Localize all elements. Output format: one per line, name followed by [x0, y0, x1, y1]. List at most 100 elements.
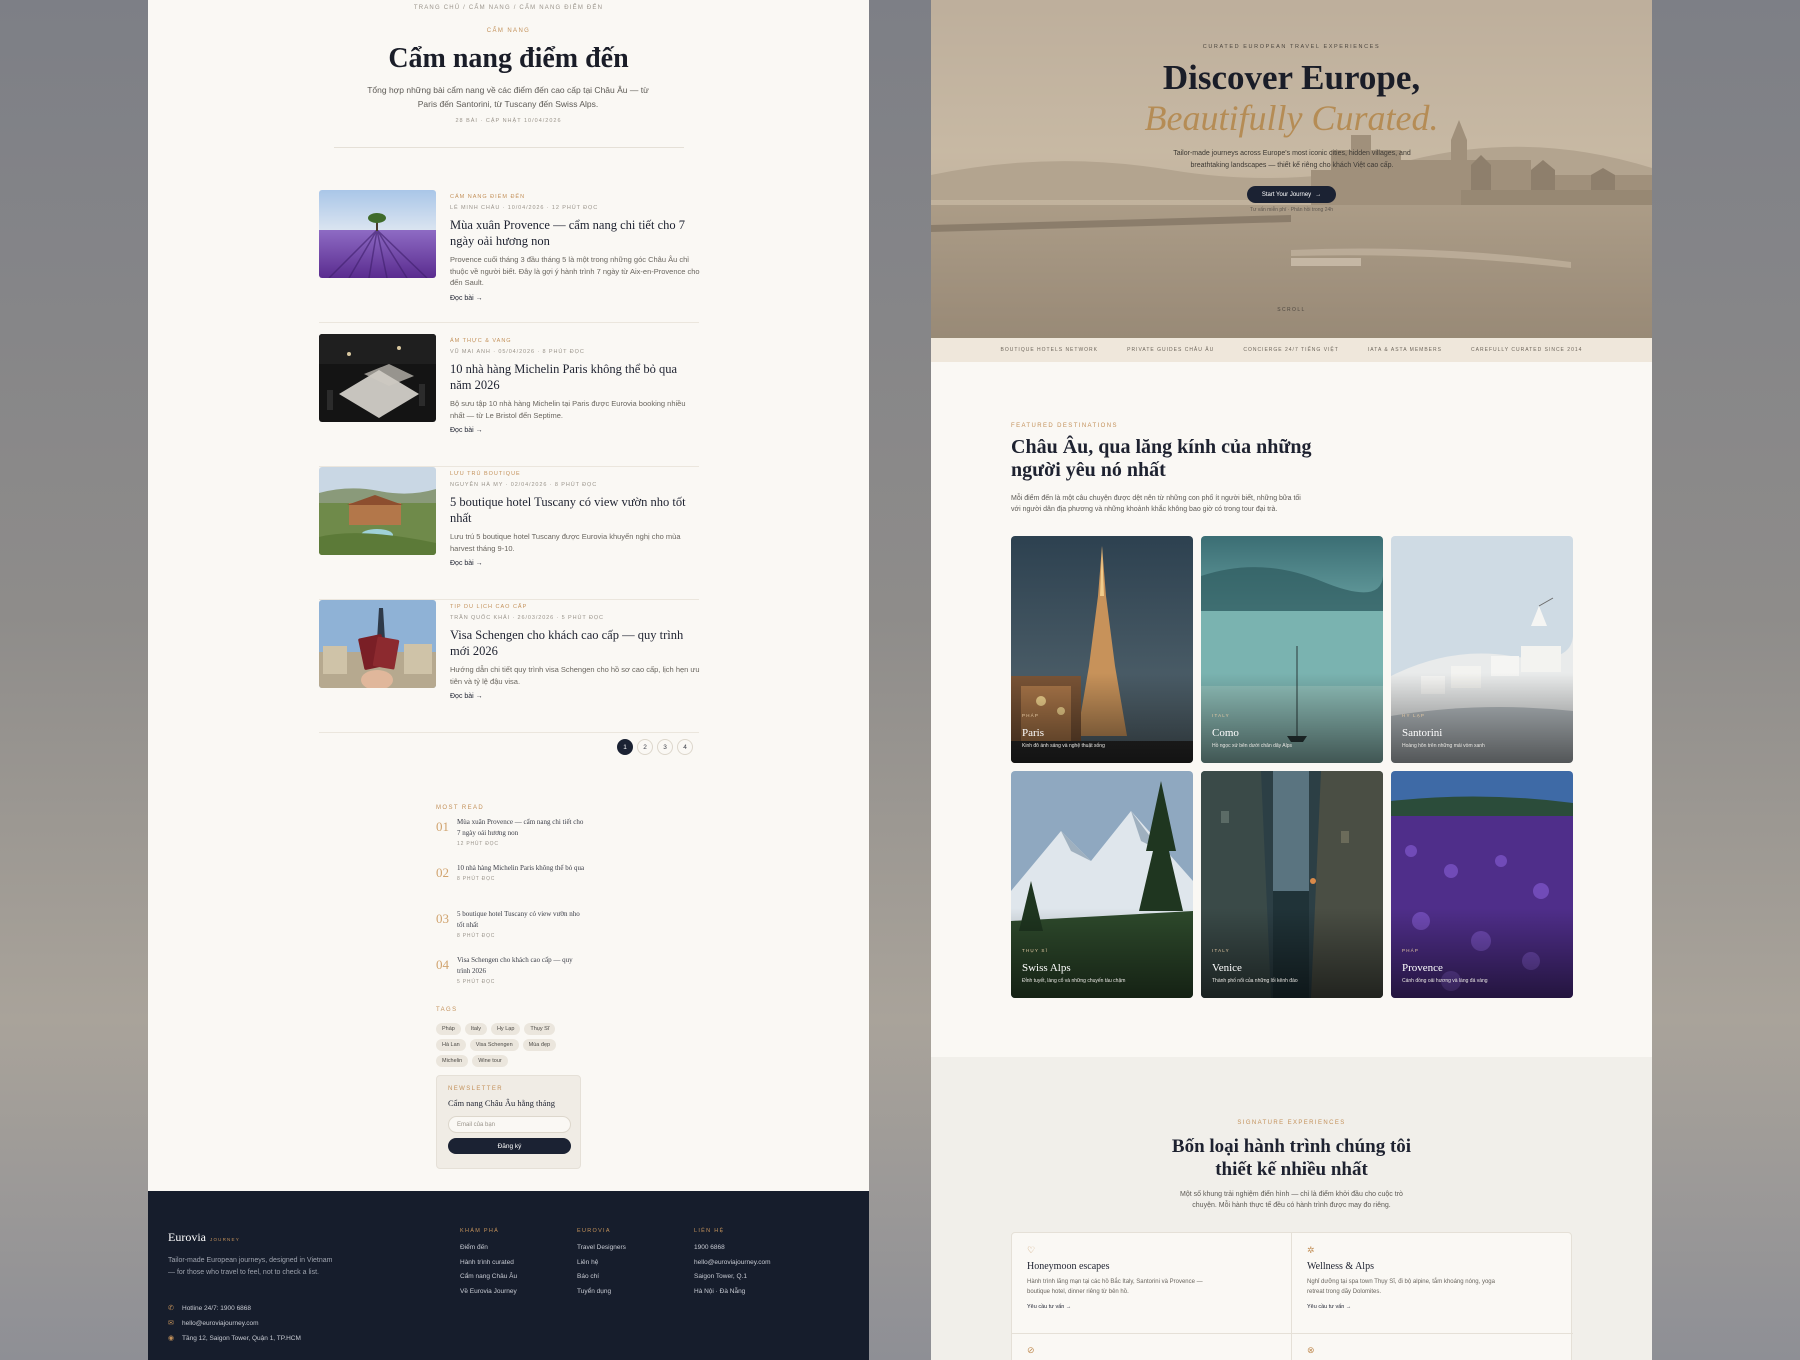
article-meta: TRẦN QUỐC KHẢI · 26/03/2026 · 5 PHÚT ĐỌC — [450, 615, 604, 621]
footer-link[interactable]: 1900 6868 — [694, 1244, 794, 1251]
tag[interactable]: Hy Lạp — [490, 1023, 521, 1035]
footer-link[interactable]: Điểm đến — [460, 1244, 560, 1251]
most-read-title-text[interactable]: Visa Schengen cho khách cao cấp — quy tr… — [457, 956, 573, 975]
breadcrumb[interactable]: TRANG CHỦ / CẨM NANG / CẨM NANG ĐIỂM ĐẾN — [148, 5, 869, 11]
tag[interactable]: Wine tour — [472, 1055, 508, 1067]
footer-email[interactable]: ✉ hello@euroviajourney.com — [168, 1319, 388, 1328]
consult-link[interactable]: Yêu cầu tư vấn → — [1027, 1304, 1276, 1310]
signature-description: Một số khung trải nghiệm điển hình — chỉ… — [1180, 1191, 1403, 1209]
footer-column-title: LIÊN HỆ — [694, 1228, 725, 1234]
footer-link[interactable]: hello@euroviajourney.com — [694, 1259, 794, 1266]
article-category[interactable]: LƯU TRÚ BOUTIQUE — [450, 471, 700, 477]
read-more-link[interactable]: Đọc bài → — [450, 295, 700, 302]
article-thumbnail-restaurant[interactable] — [319, 334, 436, 422]
footer-link[interactable]: Liên hệ — [577, 1259, 677, 1266]
tag[interactable]: Pháp — [436, 1023, 461, 1035]
arrow-right-icon: → — [1315, 191, 1322, 198]
tag[interactable]: Michelin — [436, 1055, 469, 1067]
article-thumbnail-tuscany[interactable] — [319, 467, 436, 555]
most-read-item[interactable]: 04 Visa Schengen cho khách cao cấp — quy… — [436, 955, 586, 995]
page-1-button[interactable]: 1 — [617, 739, 633, 755]
signature-card-culture[interactable]: ⊘ — [1012, 1333, 1292, 1360]
signature-title: Bốn loại hành trình chúng tôi thiết kế n… — [1171, 1136, 1412, 1180]
read-more-link[interactable]: Đọc bài → — [450, 427, 700, 434]
signature-text: Hành trình lãng mạn tại các hồ Bắc Italy… — [1027, 1279, 1203, 1295]
destinations-title: Châu Âu, qua lăng kính của những người y… — [1011, 436, 1312, 481]
article-category[interactable]: TIP DU LỊCH CAO CẤP — [450, 604, 700, 610]
article-card[interactable]: ẨM THỰC & VANG VŨ MAI ANH · 05/04/2026 ·… — [319, 334, 699, 467]
destination-card-provence[interactable]: PHÁP Provence Cánh đồng oải hương và làn… — [1391, 771, 1573, 998]
page-2-button[interactable]: 2 — [637, 739, 653, 755]
page-eyebrow: CẨM NANG — [486, 28, 531, 34]
most-read-title-text[interactable]: 10 nhà hàng Michelin Paris không thể bỏ … — [457, 864, 584, 872]
signature-card-wellness[interactable]: ✲ Wellness & Alps Nghỉ dưỡng tại spa tow… — [1292, 1233, 1572, 1333]
footer-link[interactable]: Về Eurovia Journey — [460, 1288, 560, 1295]
trust-bar: BOUTIQUE HOTELS NETWORK PRIVATE GUIDES C… — [931, 338, 1652, 362]
footer-logo[interactable]: Eurovia JOURNEY — [168, 1230, 240, 1245]
article-title[interactable]: Visa Schengen cho khách cao cấp — quy tr… — [450, 627, 700, 659]
article-title[interactable]: 10 nhà hàng Michelin Paris không thể bỏ … — [450, 361, 700, 393]
destination-card-venice[interactable]: ITALY Venice Thành phố nổi của những lối… — [1201, 771, 1383, 998]
footer-link[interactable]: Cẩm nang Châu Âu — [460, 1273, 560, 1280]
destination-country: HY LẠP — [1402, 713, 1426, 718]
signature-card-gastronomy[interactable]: ⊗ — [1292, 1333, 1572, 1360]
destination-country: ITALY — [1212, 948, 1230, 953]
article-title[interactable]: 5 boutique hotel Tuscany có view vườn nh… — [450, 494, 700, 526]
destination-card-swiss-alps[interactable]: THỤY SĨ Swiss Alps Đỉnh tuyết, làng cổ v… — [1011, 771, 1193, 998]
tag[interactable]: Thụy Sĩ — [524, 1023, 556, 1035]
most-read-title-text[interactable]: Mùa xuân Provence — cẩm nang chi tiết ch… — [457, 818, 583, 837]
blog-page: TRANG CHỦ / CẨM NANG / CẨM NANG ĐIỂM ĐẾN… — [148, 0, 869, 1360]
article-card[interactable]: CẨM NANG ĐIỂM ĐẾN LÊ MINH CHÂU · 10/04/2… — [319, 190, 700, 323]
page-meta: 28 BÀI · CẬP NHẬT 10/04/2026 — [455, 118, 562, 124]
destination-card-como[interactable]: ITALY Como Hồ ngọc xứ bên dưới chân dãy … — [1201, 536, 1383, 763]
start-journey-button[interactable]: Start Your Journey → — [1247, 186, 1336, 203]
most-read-meta: 12 PHÚT ĐỌC — [457, 841, 499, 847]
article-thumbnail-passport[interactable] — [319, 600, 436, 688]
footer-hotline[interactable]: ✆ Hotline 24/7: 1900 6868 — [168, 1304, 388, 1313]
divider — [334, 147, 684, 148]
most-read-item[interactable]: 02 10 nhà hàng Michelin Paris không thể … — [436, 863, 586, 903]
signature-card-honeymoon[interactable]: ♡ Honeymoon escapes Hành trình lãng mạn … — [1012, 1233, 1292, 1333]
mail-icon: ✉ — [168, 1320, 174, 1327]
article-card[interactable]: TIP DU LỊCH CAO CẤP TRẦN QUỐC KHẢI · 26/… — [319, 600, 700, 733]
tag[interactable]: Mùa đẹp — [522, 1039, 557, 1051]
tag[interactable]: Visa Schengen — [469, 1039, 519, 1051]
card-gradient — [1201, 908, 1383, 998]
trust-item: PRIVATE GUIDES CHÂU ÂU — [1127, 347, 1215, 353]
destination-card-paris[interactable]: PHÁP Paris Kinh đô ánh sáng và nghệ thuậ… — [1011, 536, 1193, 763]
article-thumbnail-lavender[interactable] — [319, 190, 436, 278]
sparkle-icon: ✲ — [1307, 1245, 1315, 1255]
article-card[interactable]: LƯU TRÚ BOUTIQUE NGUYỄN HÀ MY · 02/04/20… — [319, 467, 699, 600]
article-category[interactable]: CẨM NANG ĐIỂM ĐẾN — [450, 194, 700, 200]
location-pin-icon: ◉ — [168, 1335, 175, 1342]
article-excerpt: Lưu trú 5 boutique hotel Tuscany được Eu… — [450, 532, 681, 553]
newsletter-email-input[interactable]: Email của bạn — [448, 1116, 571, 1133]
page-4-button[interactable]: 4 — [677, 739, 693, 755]
read-more-link[interactable]: Đọc bài → — [450, 560, 700, 567]
destination-country: THỤY SĨ — [1022, 948, 1049, 953]
page-3-button[interactable]: 3 — [657, 739, 673, 755]
article-category[interactable]: ẨM THỰC & VANG — [450, 338, 700, 344]
most-read-item[interactable]: 01 Mùa xuân Provence — cẩm nang chi tiết… — [436, 817, 586, 857]
footer-link[interactable]: Hành trình curated — [460, 1259, 560, 1266]
destination-card-santorini[interactable]: HY LẠP Santorini Hoàng hôn trên những má… — [1391, 536, 1573, 763]
newsletter-subscribe-button[interactable]: Đăng ký — [448, 1138, 571, 1154]
sidebar: MOST READ 01 Mùa xuân Provence — cẩm nan… — [436, 805, 586, 1067]
tag[interactable]: Hà Lan — [436, 1039, 466, 1051]
page-title: Cẩm nang điểm đến — [388, 43, 629, 74]
footer-address: ◉ Tầng 12, Saigon Tower, Quận 1, TP.HCM — [168, 1334, 388, 1343]
card-gradient — [1391, 908, 1573, 998]
consult-link[interactable]: Yêu cầu tư vấn → — [1307, 1304, 1557, 1310]
footer-link[interactable]: Báo chí — [577, 1273, 677, 1280]
tag[interactable]: Italy — [464, 1023, 487, 1035]
footer-link[interactable]: Tuyển dụng — [577, 1288, 677, 1295]
article-title[interactable]: Mùa xuân Provence — cẩm nang chi tiết ch… — [450, 217, 700, 249]
scroll-indicator[interactable]: SCROLL — [931, 307, 1652, 313]
most-read-title-text[interactable]: 5 boutique hotel Tuscany có view vườn nh… — [457, 910, 580, 929]
footer: Eurovia JOURNEY Tailor-made European jour… — [148, 1191, 869, 1360]
destination-subtitle: Hoàng hôn trên những mái vòm xanh — [1402, 743, 1485, 749]
read-more-link[interactable]: Đọc bài → — [450, 693, 700, 700]
signature-section: SIGNATURE EXPERIENCES Bốn loại hành trìn… — [931, 1057, 1652, 1360]
most-read-item[interactable]: 03 5 boutique hotel Tuscany có view vườn… — [436, 909, 586, 949]
footer-link[interactable]: Travel Designers — [577, 1244, 677, 1251]
